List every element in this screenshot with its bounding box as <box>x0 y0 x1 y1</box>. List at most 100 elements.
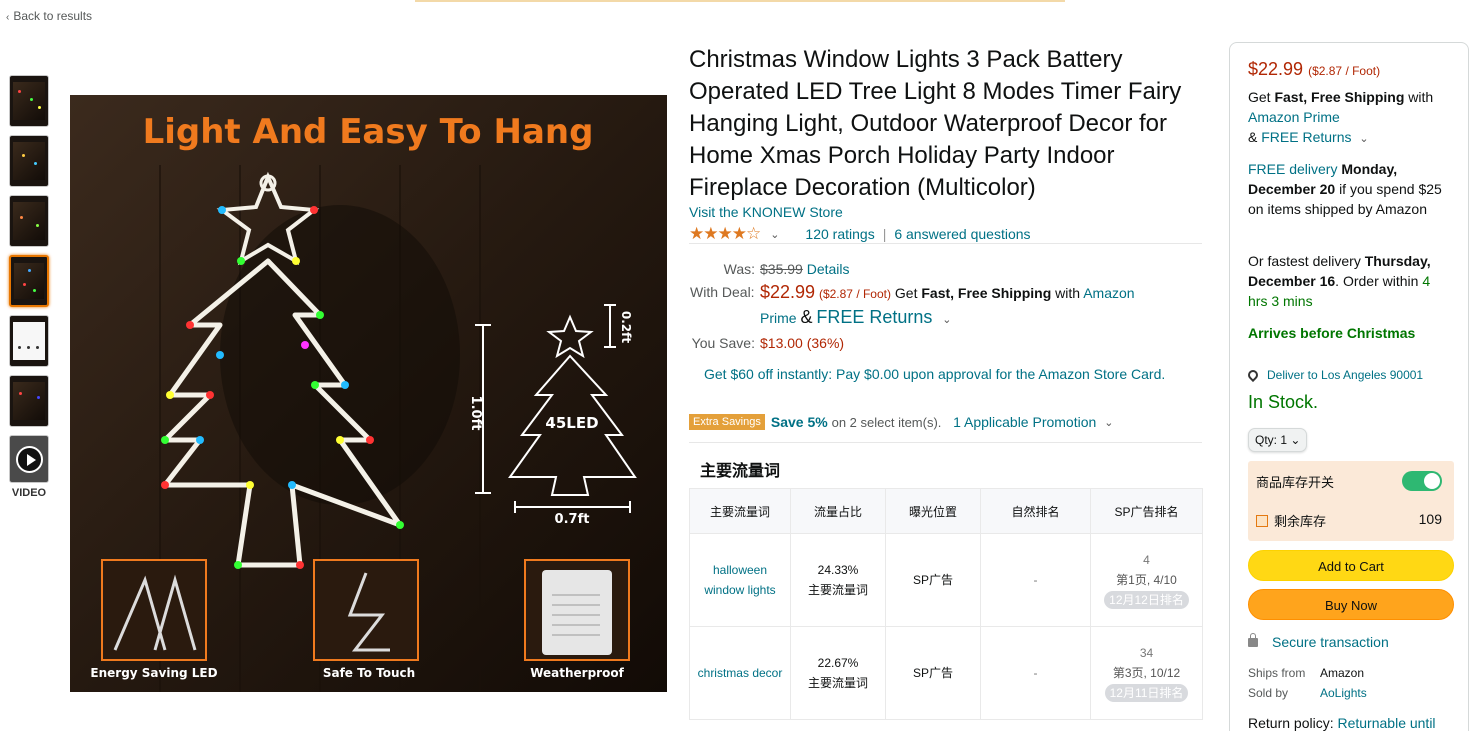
thumbnail-4-selected[interactable] <box>9 255 49 307</box>
thumbnail-3[interactable] <box>9 195 49 247</box>
light-dot <box>36 346 39 349</box>
table-row: halloween window lights 24.33% 主要流量词 SP广告… <box>689 533 1203 627</box>
free-delivery-link[interactable]: FREE delivery <box>1248 161 1337 177</box>
was-price: $35.99 <box>760 261 803 277</box>
location-pin-icon <box>1245 367 1261 383</box>
ships-from-row: Ships from Amazon <box>1248 663 1453 683</box>
light-dot <box>38 106 41 109</box>
details-link[interactable]: Details <box>807 258 850 281</box>
store-link[interactable]: Visit the KNONEW Store <box>689 204 843 220</box>
sp-rank-value: 34 <box>1139 646 1154 660</box>
chevron-down-icon[interactable]: ⌄ <box>1104 416 1113 429</box>
ships-from-value: Amazon <box>1320 666 1365 680</box>
inventory-value: 109 <box>1418 511 1442 527</box>
header-position: 曝光位置 <box>885 488 981 534</box>
buybox-price: $22.99 <box>1248 59 1304 79</box>
answered-questions-link[interactable]: 6 answered questions <box>894 226 1030 242</box>
fastest-delivery-info: Or fastest delivery Thursday, December 1… <box>1248 251 1453 311</box>
led-count: 45LED <box>545 414 598 432</box>
save-row: You Save: $13.00 (36%) <box>689 332 1160 355</box>
free-returns-link[interactable]: FREE Returns <box>816 307 932 327</box>
buy-now-button[interactable]: Buy Now <box>1248 589 1454 620</box>
ships-from-label: Ships from <box>1248 666 1306 680</box>
free-returns-link[interactable]: FREE Returns <box>1261 129 1351 145</box>
thumbnail-image <box>13 322 45 360</box>
get-text: Get <box>894 285 918 301</box>
sp-rank-date-badge: 12月12日排名 <box>1104 591 1189 609</box>
dimension-top: 0.2ft <box>619 311 633 343</box>
chevron-left-icon: ‹ <box>6 12 10 23</box>
extra-savings-row: Extra Savings Save 5% on 2 select item(s… <box>689 414 1114 430</box>
quantity-select[interactable]: Qty: 1 ⌄ <box>1248 428 1308 452</box>
light-dot <box>36 224 39 227</box>
header-share: 流量占比 <box>790 488 886 534</box>
star-rating-icon[interactable]: ★★★★☆ <box>689 224 761 244</box>
deliver-to-link[interactable]: Deliver to Los Angeles 90001 <box>1245 365 1453 385</box>
sold-by-label: Sold by <box>1248 686 1289 700</box>
top-divider <box>415 0 1065 2</box>
thumbnail-1[interactable] <box>9 75 49 127</box>
with-text: with <box>1055 285 1081 301</box>
select-items-text: on 2 select item(s). <box>831 414 942 430</box>
share-cell: 24.33% 主要流量词 <box>790 533 886 627</box>
sp-rank-page: 第3页, 10/12 <box>1112 666 1181 680</box>
thumbnail-6[interactable] <box>9 375 49 427</box>
get-text: Get <box>1248 89 1271 105</box>
thumbnail-image <box>13 82 45 120</box>
was-row: Was: $35.99 Details <box>689 258 1160 281</box>
store-card-offer[interactable]: Get $60 off instantly: Pay $0.00 upon ap… <box>704 364 1174 384</box>
organic-cell: - <box>980 533 1091 627</box>
light-dot <box>30 98 33 101</box>
chevron-down-icon[interactable]: ⌄ <box>1359 133 1368 145</box>
keyword-cell[interactable]: halloween window lights <box>689 533 791 627</box>
play-icon <box>16 446 43 473</box>
return-policy-row: Return policy: Returnable until <box>1248 713 1470 731</box>
header-keyword: 主要流量词 <box>689 488 791 534</box>
feature-weatherproof: Weatherproof <box>530 666 624 680</box>
thumbnail-2[interactable] <box>9 135 49 187</box>
feature-energy: Energy Saving LED <box>90 666 217 680</box>
video-thumbnail[interactable] <box>9 435 49 483</box>
ratings-link[interactable]: 120 ratings <box>805 226 874 242</box>
header-organic: 自然排名 <box>980 488 1091 534</box>
table-row: christmas decor 22.67% 主要流量词 SP广告 - 34 第3… <box>689 626 1203 720</box>
dimension-height: 1.0ft <box>468 396 483 431</box>
light-dot <box>28 269 31 272</box>
thumbnail-5[interactable] <box>9 315 49 367</box>
buybox-price-row: $22.99 ($2.87 / Foot) <box>1248 59 1453 81</box>
back-label: Back to results <box>13 9 93 23</box>
light-dot <box>34 162 37 165</box>
ampersand: & <box>800 307 813 327</box>
feature-safe: Safe To Touch <box>323 666 415 680</box>
keyword-cell[interactable]: christmas decor <box>689 626 791 720</box>
light-dot <box>37 396 40 399</box>
light-dot <box>18 346 21 349</box>
promotion-link[interactable]: 1 Applicable Promotion <box>953 414 1096 430</box>
main-product-image[interactable]: Light And Easy To Hang 1.0ft 0.2ft 0.7ft… <box>70 95 667 692</box>
fastest-prefix: Or fastest delivery <box>1248 253 1361 269</box>
dimension-width: 0.7ft <box>555 512 590 527</box>
sold-by-link[interactable]: AoLights <box>1320 683 1367 703</box>
organic-cell: - <box>980 626 1091 720</box>
buybox-shipping: Get Fast, Free Shipping with Amazon Prim… <box>1248 87 1453 149</box>
with-text: with <box>1408 89 1434 105</box>
buy-box: $22.99 ($2.87 / Foot) Get Fast, Free Shi… <box>1229 42 1469 731</box>
sp-rank-value: 4 <box>1143 553 1150 567</box>
back-to-results-link[interactable]: ‹ Back to results <box>6 9 92 23</box>
add-to-cart-button[interactable]: Add to Cart <box>1248 550 1454 581</box>
chevron-down-icon[interactable]: ⌄ <box>942 314 951 326</box>
ampersand: & <box>1248 129 1258 145</box>
return-link[interactable]: Returnable until <box>1337 715 1435 731</box>
chevron-down-icon[interactable]: ⌄ <box>770 228 779 241</box>
traffic-table: 主要流量词 流量占比 曝光位置 自然排名 SP广告排名 halloween wi… <box>689 488 1203 720</box>
amazon-prime-link[interactable]: Amazon Prime <box>1248 109 1340 125</box>
light-dot <box>23 283 26 286</box>
extra-savings-badge: Extra Savings <box>689 414 765 430</box>
thumbnail-strip: VIDEO <box>9 75 49 499</box>
inventory-icon <box>1256 515 1268 527</box>
buybox-unit-price: ($2.87 / Foot) <box>1308 64 1381 78</box>
thumbnail-image <box>13 142 45 180</box>
inventory-toggle[interactable] <box>1402 471 1442 491</box>
thumbnail-image <box>13 382 45 420</box>
secure-transaction-link[interactable]: Secure transaction <box>1272 634 1389 650</box>
